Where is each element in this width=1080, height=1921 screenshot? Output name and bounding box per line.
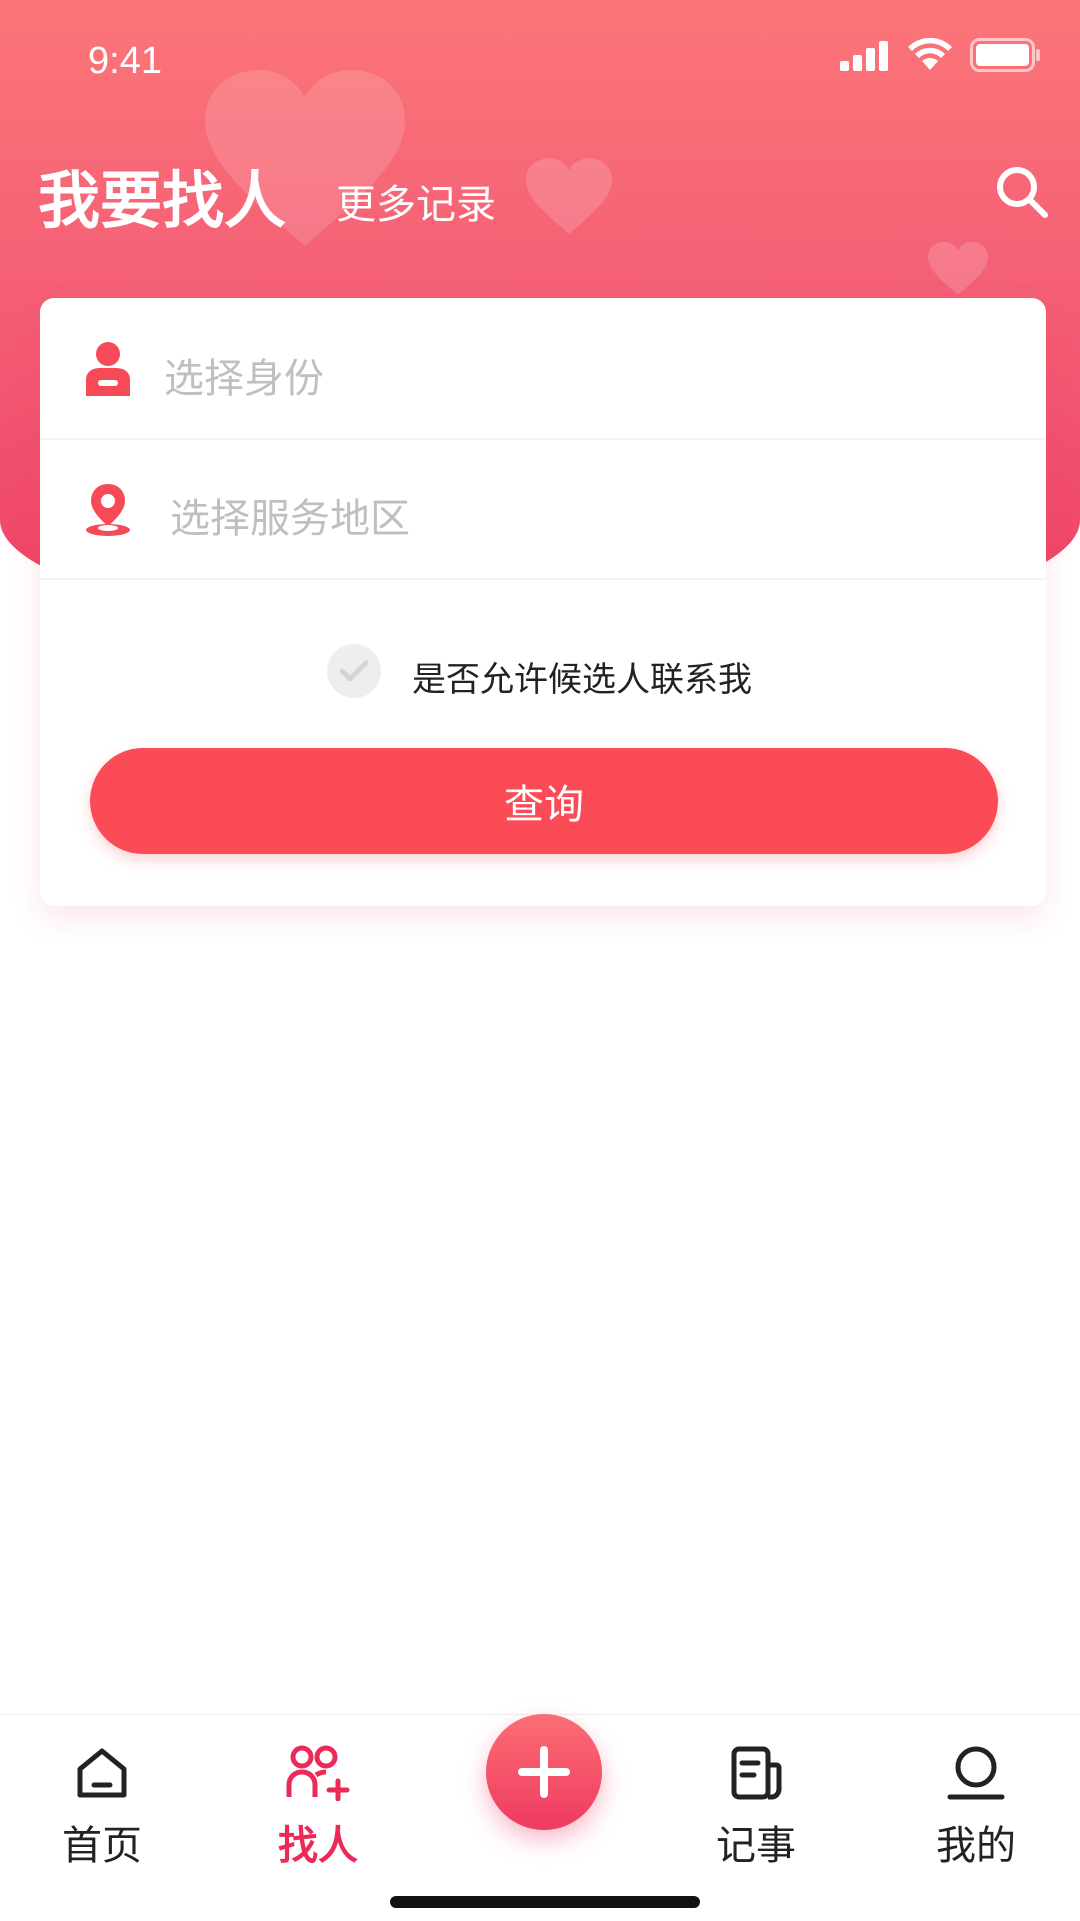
tab-profile[interactable]: 我的 [906,1745,1046,1871]
search-icon [997,167,1048,218]
find-people-icon [286,1745,350,1801]
cellular-signal-icon [840,41,888,71]
status-time: 9:41 [88,40,162,82]
tab-profile-label: 我的 [936,1823,1016,1869]
status-icons [840,38,1042,72]
wifi-icon [908,38,952,70]
location-pin-icon [86,484,130,536]
allow-contact-checkbox[interactable] [327,644,381,698]
region-select[interactable]: 选择服务地区 [40,438,1046,580]
person-icon [86,342,130,396]
tab-notes[interactable]: 记事 [686,1745,826,1871]
notes-icon [731,1746,782,1800]
page-title: 我要找人 [38,164,287,237]
search-form-card: 选择身份 选择服务地区 是否允许候选人联系我 查询 [40,298,1046,906]
tab-home-label: 首页 [62,1823,142,1869]
heart-decoration-icon [928,242,988,295]
allow-contact-row: 是否允许候选人联系我 [40,644,1046,700]
home-icon [77,1748,127,1798]
tab-home[interactable]: 首页 [32,1745,172,1871]
tab-notes-label: 记事 [716,1823,796,1869]
query-button[interactable]: 查询 [90,748,998,854]
profile-icon [947,1746,1005,1800]
battery-icon [970,38,1040,72]
more-records-link[interactable]: 更多记录 [336,172,496,230]
identity-placeholder: 选择身份 [164,356,324,402]
tab-find-people-label: 找人 [278,1823,358,1869]
allow-contact-label: 是否允许候选人联系我 [412,660,752,700]
identity-select[interactable]: 选择身份 [40,298,1046,440]
plus-icon [518,1746,570,1798]
search-button[interactable] [994,164,1050,220]
tab-find-people[interactable]: 找人 [248,1745,388,1871]
heart-decoration-icon [526,158,612,234]
checkmark-icon [339,660,369,682]
home-indicator [390,1896,700,1908]
region-placeholder: 选择服务地区 [170,496,410,542]
add-button[interactable] [486,1714,602,1830]
